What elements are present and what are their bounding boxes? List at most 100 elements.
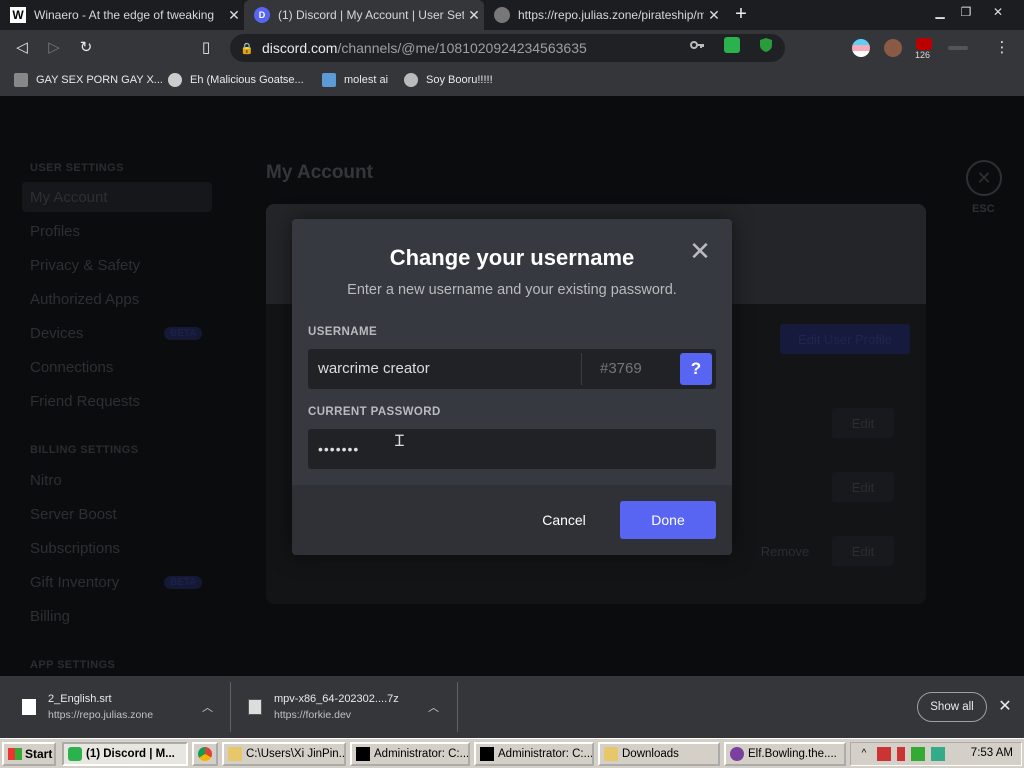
sidebar-item-my-account[interactable]: My Account bbox=[30, 189, 108, 206]
username-label: USERNAME bbox=[308, 326, 378, 338]
bookmark-item[interactable]: Eh (Malicious Goatse... bbox=[168, 73, 304, 87]
tab-title: Winaero - At the edge of tweaking bbox=[34, 8, 215, 22]
password-field[interactable]: ••••••• bbox=[308, 429, 716, 469]
file-icon bbox=[22, 699, 36, 715]
volume-icon[interactable] bbox=[931, 747, 945, 761]
divider bbox=[581, 353, 582, 385]
bookmark-item[interactable]: GAY SEX PORN GAY X... bbox=[14, 73, 163, 87]
sidebar-item-gift-inventory[interactable]: Gift Inventory bbox=[30, 574, 119, 591]
close-settings-icon[interactable]: ✕ bbox=[966, 160, 1002, 196]
bookmark-icon[interactable]: ▯ bbox=[196, 38, 216, 58]
download-filename: 2_English.srt bbox=[48, 693, 112, 705]
archive-icon bbox=[248, 699, 262, 715]
close-icon[interactable]: ✕ bbox=[996, 698, 1014, 716]
close-tab-icon[interactable]: ✕ bbox=[704, 7, 724, 24]
sidebar-item-subscriptions[interactable]: Subscriptions bbox=[30, 540, 120, 557]
sidebar-item-server-boost[interactable]: Server Boost bbox=[30, 506, 117, 523]
bookmark-label: GAY SEX PORN GAY X... bbox=[36, 74, 163, 86]
back-icon[interactable]: ◁ bbox=[12, 38, 32, 58]
username-field[interactable]: warcrime creator #3769 ? bbox=[308, 349, 716, 389]
reload-icon[interactable]: ↻ bbox=[76, 38, 96, 58]
tab-repo[interactable]: https://repo.julias.zone/pirateship/mo ✕ bbox=[484, 0, 724, 30]
taskbar-item-discord[interactable]: (1) Discord | M... bbox=[62, 742, 188, 766]
show-all-button[interactable]: Show all bbox=[917, 692, 987, 722]
extension-badge: 126 bbox=[915, 50, 931, 60]
avatar-extension-icon[interactable] bbox=[884, 39, 902, 57]
help-icon[interactable]: ? bbox=[680, 353, 712, 385]
sidebar-item-billing[interactable]: Billing bbox=[30, 608, 70, 625]
tab-strip: W Winaero - At the edge of tweaking ✕ D … bbox=[0, 0, 1024, 30]
minimize-icon[interactable]: ▁ bbox=[926, 2, 954, 22]
close-tab-icon[interactable]: ✕ bbox=[464, 7, 484, 24]
esc-label: ESC bbox=[972, 203, 995, 215]
flag-icon[interactable] bbox=[877, 747, 891, 761]
cancel-button[interactable]: Cancel bbox=[522, 501, 606, 539]
edit-button[interactable]: Edit bbox=[832, 408, 894, 438]
download-item[interactable]: mpv-x86_64-202302....7z https://forkie.d… bbox=[248, 684, 448, 730]
bookmark-item[interactable]: molest ai bbox=[322, 73, 388, 87]
sidebar-item-connections[interactable]: Connections bbox=[30, 359, 113, 376]
extension-icon[interactable] bbox=[948, 46, 968, 50]
forward-icon[interactable]: ▷ bbox=[44, 38, 64, 58]
system-tray: ^ 7:53 AM bbox=[850, 742, 1022, 766]
bookmark-item[interactable]: Soy Booru!!!!! bbox=[404, 73, 493, 87]
edit-button[interactable]: Edit bbox=[832, 536, 894, 566]
windows-taskbar: Start (1) Discord | M... C:\Users\Xi Jin… bbox=[0, 738, 1024, 768]
edit-user-profile-button[interactable]: Edit User Profile bbox=[780, 324, 910, 354]
extension-green-icon[interactable] bbox=[724, 37, 740, 53]
sidebar-item-profiles[interactable]: Profiles bbox=[30, 223, 80, 240]
close-window-icon[interactable]: ✕ bbox=[984, 2, 1012, 22]
divider bbox=[457, 682, 458, 732]
trans-flag-extension-icon[interactable] bbox=[852, 39, 870, 57]
key-icon[interactable] bbox=[689, 37, 705, 53]
close-icon[interactable]: ✕ bbox=[688, 238, 712, 264]
remove-button[interactable]: Remove bbox=[760, 536, 810, 566]
beta-badge: BETA bbox=[164, 327, 203, 340]
beta-badge: BETA bbox=[164, 576, 203, 589]
restore-icon[interactable]: ❐ bbox=[952, 2, 980, 22]
close-tab-icon[interactable]: ✕ bbox=[224, 7, 244, 24]
sidebar-item-authorized-apps[interactable]: Authorized Apps bbox=[30, 291, 139, 308]
download-item[interactable]: 2_English.srt https://repo.julias.zone ︿ bbox=[22, 684, 222, 730]
url-host: discord.com bbox=[262, 40, 338, 56]
taskbar-item-downloads[interactable]: Downloads bbox=[598, 742, 720, 766]
edit-button[interactable]: Edit bbox=[832, 472, 894, 502]
download-filename: mpv-x86_64-202302....7z bbox=[274, 693, 399, 705]
taskbar-item-elf-bowling[interactable]: Elf.Bowling.the.... bbox=[724, 742, 846, 766]
alert-icon[interactable] bbox=[897, 747, 905, 761]
sidebar-item-privacy[interactable]: Privacy & Safety bbox=[30, 257, 140, 274]
sidebar-item-friend-requests[interactable]: Friend Requests bbox=[30, 393, 140, 410]
taskbar-item-explorer[interactable]: C:\Users\Xi JinPin... bbox=[222, 742, 346, 766]
sidebar-item-nitro[interactable]: Nitro bbox=[30, 472, 62, 489]
new-tab-button[interactable]: + bbox=[730, 4, 752, 26]
ublock-icon[interactable] bbox=[916, 38, 932, 50]
bookmark-label: molest ai bbox=[344, 74, 389, 86]
start-button[interactable]: Start bbox=[2, 742, 56, 766]
discord-icon: D bbox=[254, 7, 270, 23]
taskbar-item-chrome[interactable] bbox=[192, 742, 218, 766]
discriminator: #3769 bbox=[600, 360, 642, 377]
username-input[interactable]: warcrime creator bbox=[318, 349, 578, 389]
tab-discord[interactable]: D (1) Discord | My Account | User Settin… bbox=[244, 0, 484, 30]
modal-subtitle: Enter a new username and your existing p… bbox=[347, 282, 677, 298]
chevron-up-icon[interactable]: ︿ bbox=[428, 699, 439, 715]
network-icon[interactable] bbox=[911, 747, 925, 761]
tab-winaero[interactable]: W Winaero - At the edge of tweaking ✕ bbox=[0, 0, 244, 30]
menu-icon[interactable]: ⋮ bbox=[992, 38, 1012, 58]
done-button[interactable]: Done bbox=[620, 501, 716, 539]
clock[interactable]: 7:53 AM bbox=[971, 747, 1013, 759]
bookmark-favicon-icon bbox=[322, 73, 336, 87]
taskbar-label: Elf.Bowling.the.... bbox=[748, 748, 837, 760]
page-title: My Account bbox=[266, 162, 373, 183]
password-input[interactable]: ••••••• bbox=[318, 429, 359, 469]
windows-logo-icon bbox=[8, 748, 22, 760]
chevron-up-icon[interactable]: ︿ bbox=[202, 699, 213, 715]
sidebar-item-devices[interactable]: Devices bbox=[30, 325, 83, 342]
download-shelf: 2_English.srt https://repo.julias.zone ︿… bbox=[0, 676, 1024, 738]
taskbar-item-cmd[interactable]: Administrator: C:... bbox=[474, 742, 594, 766]
globe-icon bbox=[168, 73, 182, 87]
globe-icon bbox=[494, 7, 510, 23]
taskbar-item-cmd[interactable]: Administrator: C:... bbox=[350, 742, 470, 766]
chevron-up-icon[interactable]: ^ bbox=[857, 747, 871, 761]
shield-extension-icon[interactable] bbox=[758, 37, 774, 53]
